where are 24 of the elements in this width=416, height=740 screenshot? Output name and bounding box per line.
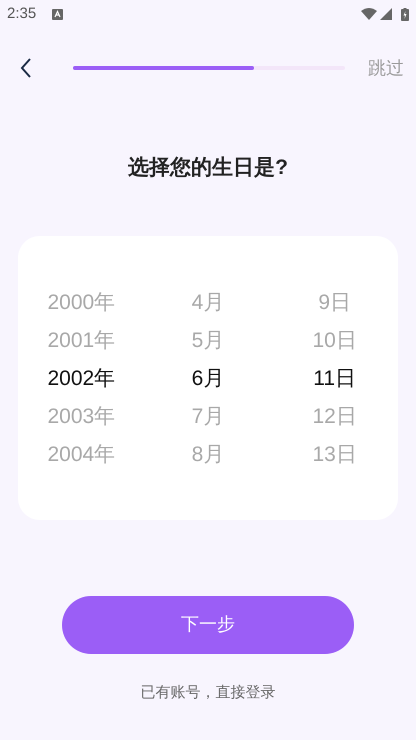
picker-option[interactable]: 5月 <box>192 322 224 360</box>
picker-option[interactable]: 2002年 <box>47 360 116 398</box>
wifi-icon <box>361 8 377 20</box>
picker-option[interactable]: 4月 <box>192 284 224 322</box>
picker-option[interactable]: 6月 <box>192 360 224 398</box>
picker-option[interactable]: 7月 <box>192 398 224 436</box>
picker-option[interactable]: 2001年 <box>47 322 116 360</box>
picker-option[interactable]: 2000年 <box>47 284 116 322</box>
battery-icon <box>401 8 409 20</box>
status-time: 2:35 <box>7 4 36 24</box>
picker-option[interactable]: 12日 <box>312 398 357 436</box>
picker-option[interactable]: 8月 <box>192 436 224 474</box>
picker-option[interactable]: 2003年 <box>47 398 116 436</box>
picker-option[interactable]: 9日 <box>318 284 351 322</box>
page-title: 选择您的生日是? <box>128 155 288 181</box>
signal-icon <box>380 8 392 20</box>
picker-option[interactable]: 10日 <box>312 322 357 360</box>
picker-option[interactable]: 2004年 <box>47 436 116 474</box>
keyboard-icon <box>52 8 64 20</box>
picker-option[interactable]: 11日 <box>313 360 356 398</box>
skip-button[interactable]: 跳过 <box>368 54 404 82</box>
picker-option[interactable]: 13日 <box>312 436 357 474</box>
next-button[interactable]: 下一步 <box>62 596 354 654</box>
login-link[interactable]: 已有账号，直接登录 <box>140 682 276 704</box>
